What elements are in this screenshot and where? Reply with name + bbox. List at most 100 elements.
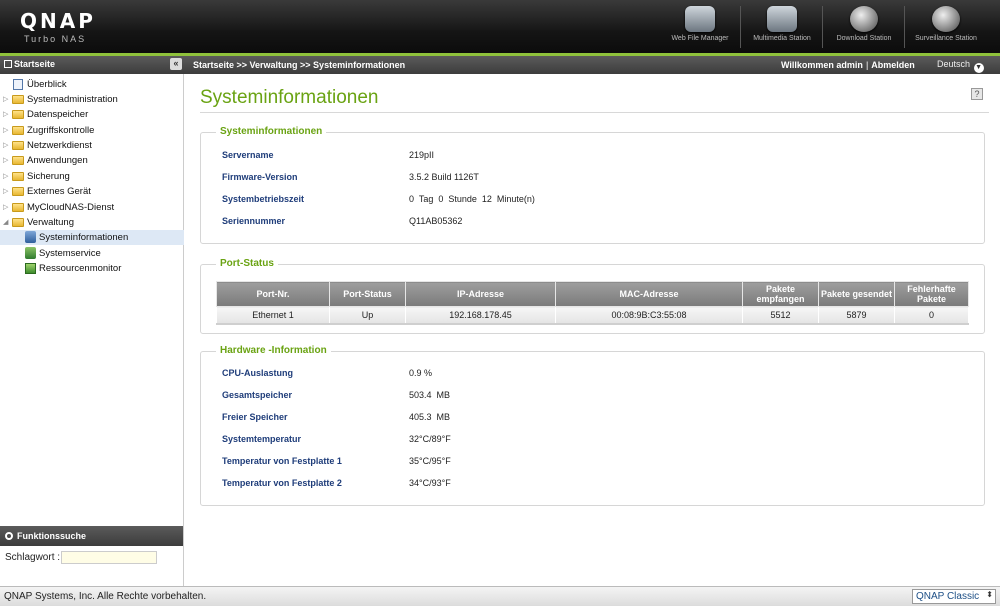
footer: QNAP Systems, Inc. Alle Rechte vorbehalt…	[0, 586, 1000, 606]
folder-icon	[12, 95, 24, 104]
info-key: Temperatur von Festplatte 1	[222, 456, 342, 466]
sidebar-item-label: MyCloudNAS-Dienst	[27, 202, 115, 213]
table-cell: 0	[894, 306, 969, 325]
station-label: Surveillance Station	[915, 35, 977, 42]
info-value: 35°C/95°F	[409, 456, 451, 466]
sidebar-item-systemadministration[interactable]: ▷ Systemadministration	[0, 92, 184, 107]
sidebar-item-label: Netzwerkdienst	[27, 140, 92, 151]
expand-arrow-icon[interactable]: ▷	[3, 184, 9, 199]
breadcrumb: Startseite >> Verwaltung >> Systeminform…	[193, 60, 406, 70]
theme-label: QNAP Classic	[916, 591, 980, 602]
sidebar-item-label: Sicherung	[27, 171, 70, 182]
table-cell: Ethernet 1	[216, 306, 330, 325]
surveillance-station-button[interactable]: Surveillance Station	[906, 6, 986, 50]
logout-link[interactable]: Abmelden	[871, 60, 915, 70]
function-search-header: Funktionssuche	[0, 526, 183, 546]
expand-arrow-icon[interactable]: ▷	[3, 169, 9, 184]
info-value: Q11AB05362	[409, 216, 463, 226]
theme-select[interactable]: QNAP Classic ⬍	[912, 589, 996, 604]
folder-icon	[12, 172, 24, 181]
sidebar-item-ueberblick[interactable]: Überblick	[0, 77, 184, 92]
info-value: 219pII	[409, 150, 435, 160]
sidebar-item-verwaltung[interactable]: ◢ Verwaltung	[0, 215, 184, 230]
welcome-area: Willkommen admin | Abmelden	[781, 60, 915, 70]
column-header: Pakete gesendet	[818, 281, 895, 307]
expand-arrow-icon[interactable]: ▷	[3, 138, 9, 153]
info-key: Systemtemperatur	[222, 434, 302, 444]
info-value: 0.9 %	[409, 368, 433, 378]
keyword-label: Schlagwort :	[5, 552, 61, 563]
sidebar-item-label: Externes Gerät	[27, 186, 91, 197]
sidebar-item-zugriffskontrolle[interactable]: ▷ Zugriffskontrolle	[0, 123, 184, 138]
sidebar-item-mycloudnas[interactable]: ▷ MyCloudNAS-Dienst	[0, 200, 184, 215]
sidebar-item-externes-geraet[interactable]: ▷ Externes Gerät	[0, 184, 184, 199]
info-key: CPU-Auslastung	[222, 368, 294, 378]
expand-arrow-icon[interactable]: ▷	[3, 92, 9, 107]
section-legend: Systeminformationen	[216, 126, 327, 137]
station-divider	[904, 6, 905, 48]
sidebar-item-label: Ressourcenmonitor	[39, 263, 122, 274]
help-icon[interactable]: ?	[971, 88, 983, 100]
sidebar-item-label: Zugriffskontrolle	[27, 125, 95, 136]
home-icon	[4, 60, 12, 68]
info-value: 34°C/93°F	[409, 478, 451, 488]
web-file-manager-button[interactable]: Web File Manager	[660, 6, 740, 50]
info-key: Freier Speicher	[222, 412, 288, 422]
function-search-title: Funktionssuche	[17, 531, 87, 541]
table-header-row: Port-Nr. Port-Status IP-Adresse MAC-Adre…	[216, 281, 969, 307]
surveillance-station-icon	[932, 6, 960, 32]
sidebar-item-sicherung[interactable]: ▷ Sicherung	[0, 169, 184, 184]
table-cell: 5879	[818, 306, 895, 325]
expand-arrow-icon[interactable]: ▷	[3, 153, 9, 168]
system-service-icon	[25, 247, 36, 259]
section-legend: Port-Status	[216, 258, 278, 269]
sidebar-item-netzwerkdienst[interactable]: ▷ Netzwerkdienst	[0, 138, 184, 153]
info-key: Systembetriebszeit	[222, 194, 305, 204]
station-divider	[822, 6, 823, 48]
folder-icon	[12, 203, 24, 212]
sidebar-item-systeminformationen[interactable]: Systeminformationen	[0, 230, 184, 245]
sidebar-item-label: Verwaltung	[27, 217, 75, 228]
collapse-arrow-icon[interactable]: ◢	[3, 215, 9, 230]
sidebar-item-ressourcenmonitor[interactable]: Ressourcenmonitor	[0, 261, 184, 276]
folder-icon	[12, 141, 24, 150]
info-key: Firmware-Version	[222, 172, 298, 182]
web-file-manager-icon	[685, 6, 715, 32]
table-cell: Up	[329, 306, 406, 325]
language-label: Deutsch	[937, 59, 971, 69]
info-value: 3.5.2 Build 1126T	[409, 172, 479, 182]
sidebar-item-label: Systeminformationen	[39, 232, 129, 243]
column-header: Port-Nr.	[216, 281, 330, 307]
language-select[interactable]: Deutsch ▼	[937, 59, 984, 73]
section-legend: Hardware -Information	[216, 345, 331, 356]
qnap-logo: QNAP	[20, 9, 96, 33]
sidebar-header[interactable]: Startseite	[4, 59, 55, 69]
chevron-down-icon: ▼	[973, 63, 984, 73]
sidebar-item-systemservice[interactable]: Systemservice	[0, 246, 184, 261]
expand-arrow-icon[interactable]: ▷	[3, 123, 9, 138]
sidebar-item-label: Systemservice	[39, 248, 101, 259]
copyright-text: QNAP Systems, Inc. Alle Rechte vorbehalt…	[4, 591, 207, 602]
overview-icon	[13, 79, 23, 90]
expand-arrow-icon[interactable]: ▷	[3, 107, 9, 122]
table-row[interactable]: Ethernet 1 Up 192.168.178.45 00:08:9B:C3…	[216, 306, 969, 325]
keyword-input[interactable]	[61, 551, 157, 564]
collapse-sidebar-button[interactable]: «	[170, 58, 182, 70]
download-station-button[interactable]: Download Station	[824, 6, 904, 50]
info-key: Gesamtspeicher	[222, 390, 293, 400]
sidebar-item-label: Überblick	[27, 79, 67, 90]
top-banner: QNAP Turbo NAS Web File Manager Multimed…	[0, 0, 1000, 53]
sidebar: Überblick ▷ Systemadministration ▷ Daten…	[0, 74, 184, 526]
info-value: 405.3 MB	[409, 412, 451, 422]
multimedia-station-button[interactable]: Multimedia Station	[742, 6, 822, 50]
info-value: 32°C/89°F	[409, 434, 451, 444]
main-content: Systeminformationen ? Systeminformatione…	[189, 74, 1000, 586]
sidebar-item-anwendungen[interactable]: ▷ Anwendungen	[0, 153, 184, 168]
sidebar-item-datenspeicher[interactable]: ▷ Datenspeicher	[0, 107, 184, 122]
sidebar-item-label: Datenspeicher	[27, 109, 89, 120]
resource-monitor-icon	[25, 263, 36, 274]
multimedia-station-icon	[767, 6, 797, 32]
welcome-text: Willkommen admin	[781, 60, 863, 70]
logo-subtitle: Turbo NAS	[24, 34, 87, 44]
expand-arrow-icon[interactable]: ▷	[3, 200, 9, 215]
